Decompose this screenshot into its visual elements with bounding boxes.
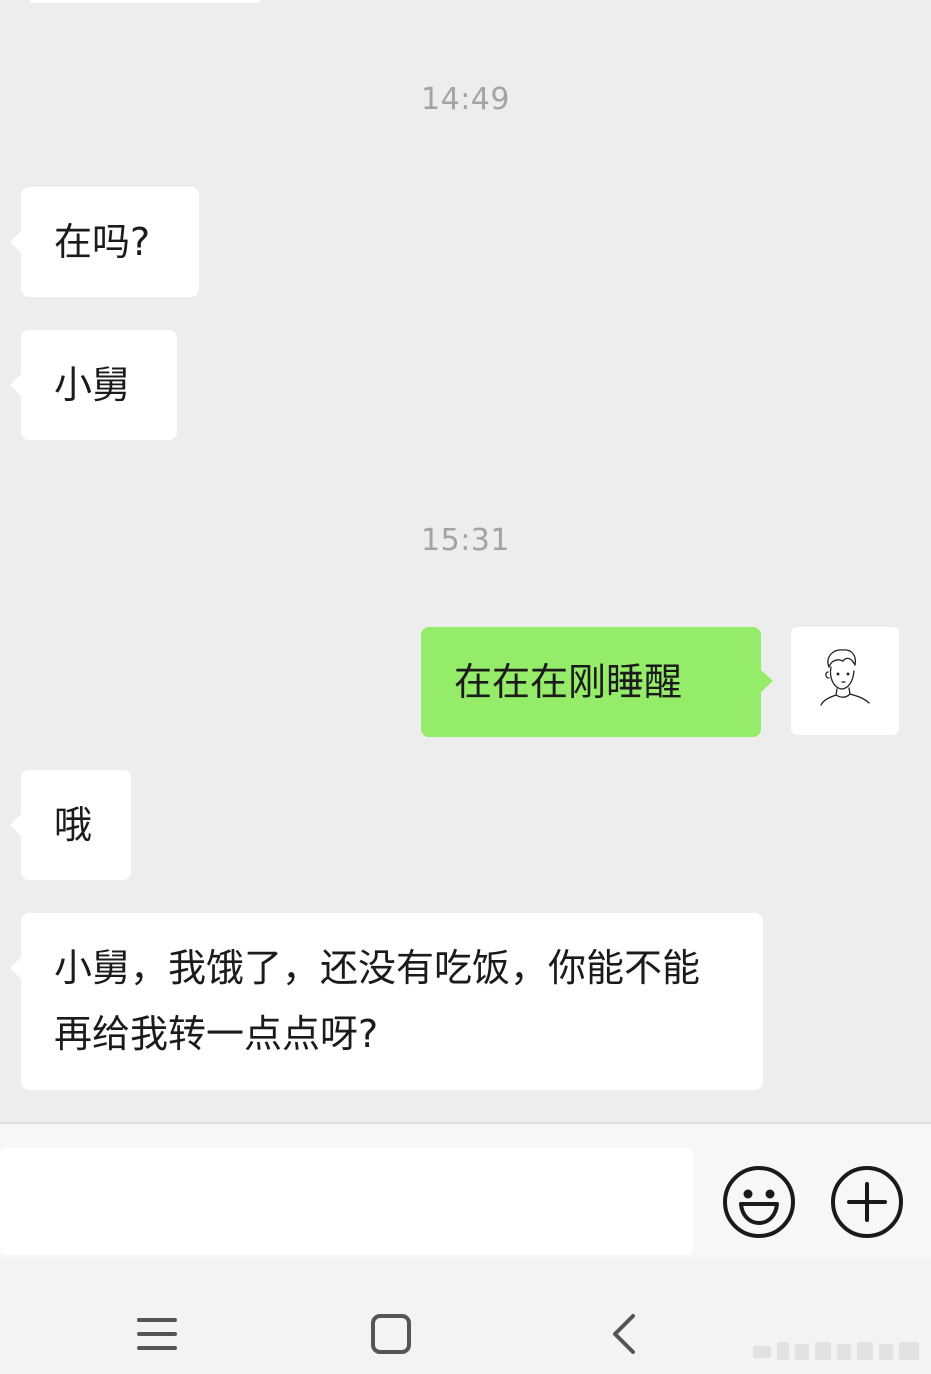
incoming-message-bubble[interactable]: 小舅 (10, 330, 177, 440)
smiley-face-icon (723, 1166, 795, 1238)
avatar[interactable] (791, 627, 899, 735)
input-bar (0, 1122, 931, 1258)
timestamp: 15:31 (421, 523, 510, 558)
home-button[interactable] (367, 1310, 415, 1358)
home-square-icon (371, 1314, 411, 1354)
incoming-message-bubble[interactable]: 小舅，我饿了，还没有吃饭，你能不能再给我转一点点呀? (10, 913, 763, 1090)
message-text: 小舅，我饿了，还没有吃饭，你能不能再给我转一点点呀? (54, 946, 701, 1056)
watermark (753, 1342, 919, 1360)
emoji-button[interactable] (721, 1164, 797, 1240)
message-input[interactable] (0, 1148, 693, 1255)
message-text: 小舅 (54, 363, 131, 407)
previous-message-edge (30, 0, 260, 3)
more-button[interactable] (829, 1164, 905, 1240)
message-text: 哦 (54, 803, 93, 847)
sketch-boy-avatar-icon (820, 649, 870, 706)
plus-circle-icon (831, 1166, 903, 1238)
chat-area[interactable]: 14:49 在吗? 小舅 15:31 在在在刚睡醒 哦 小舅，我饿了，还没有吃饭… (0, 0, 931, 1122)
outgoing-message-bubble[interactable]: 在在在刚睡醒 (421, 627, 773, 737)
back-button[interactable] (601, 1310, 649, 1358)
incoming-message-bubble[interactable]: 在吗? (10, 187, 199, 297)
incoming-message-bubble[interactable]: 哦 (10, 770, 131, 880)
recent-apps-button[interactable] (133, 1310, 181, 1358)
message-text: 在吗? (54, 220, 151, 264)
menu-lines-icon (137, 1318, 177, 1350)
timestamp: 14:49 (421, 82, 510, 117)
system-nav-bar (0, 1258, 931, 1374)
message-text: 在在在刚睡醒 (454, 660, 683, 704)
back-chevron-icon (613, 1314, 635, 1354)
